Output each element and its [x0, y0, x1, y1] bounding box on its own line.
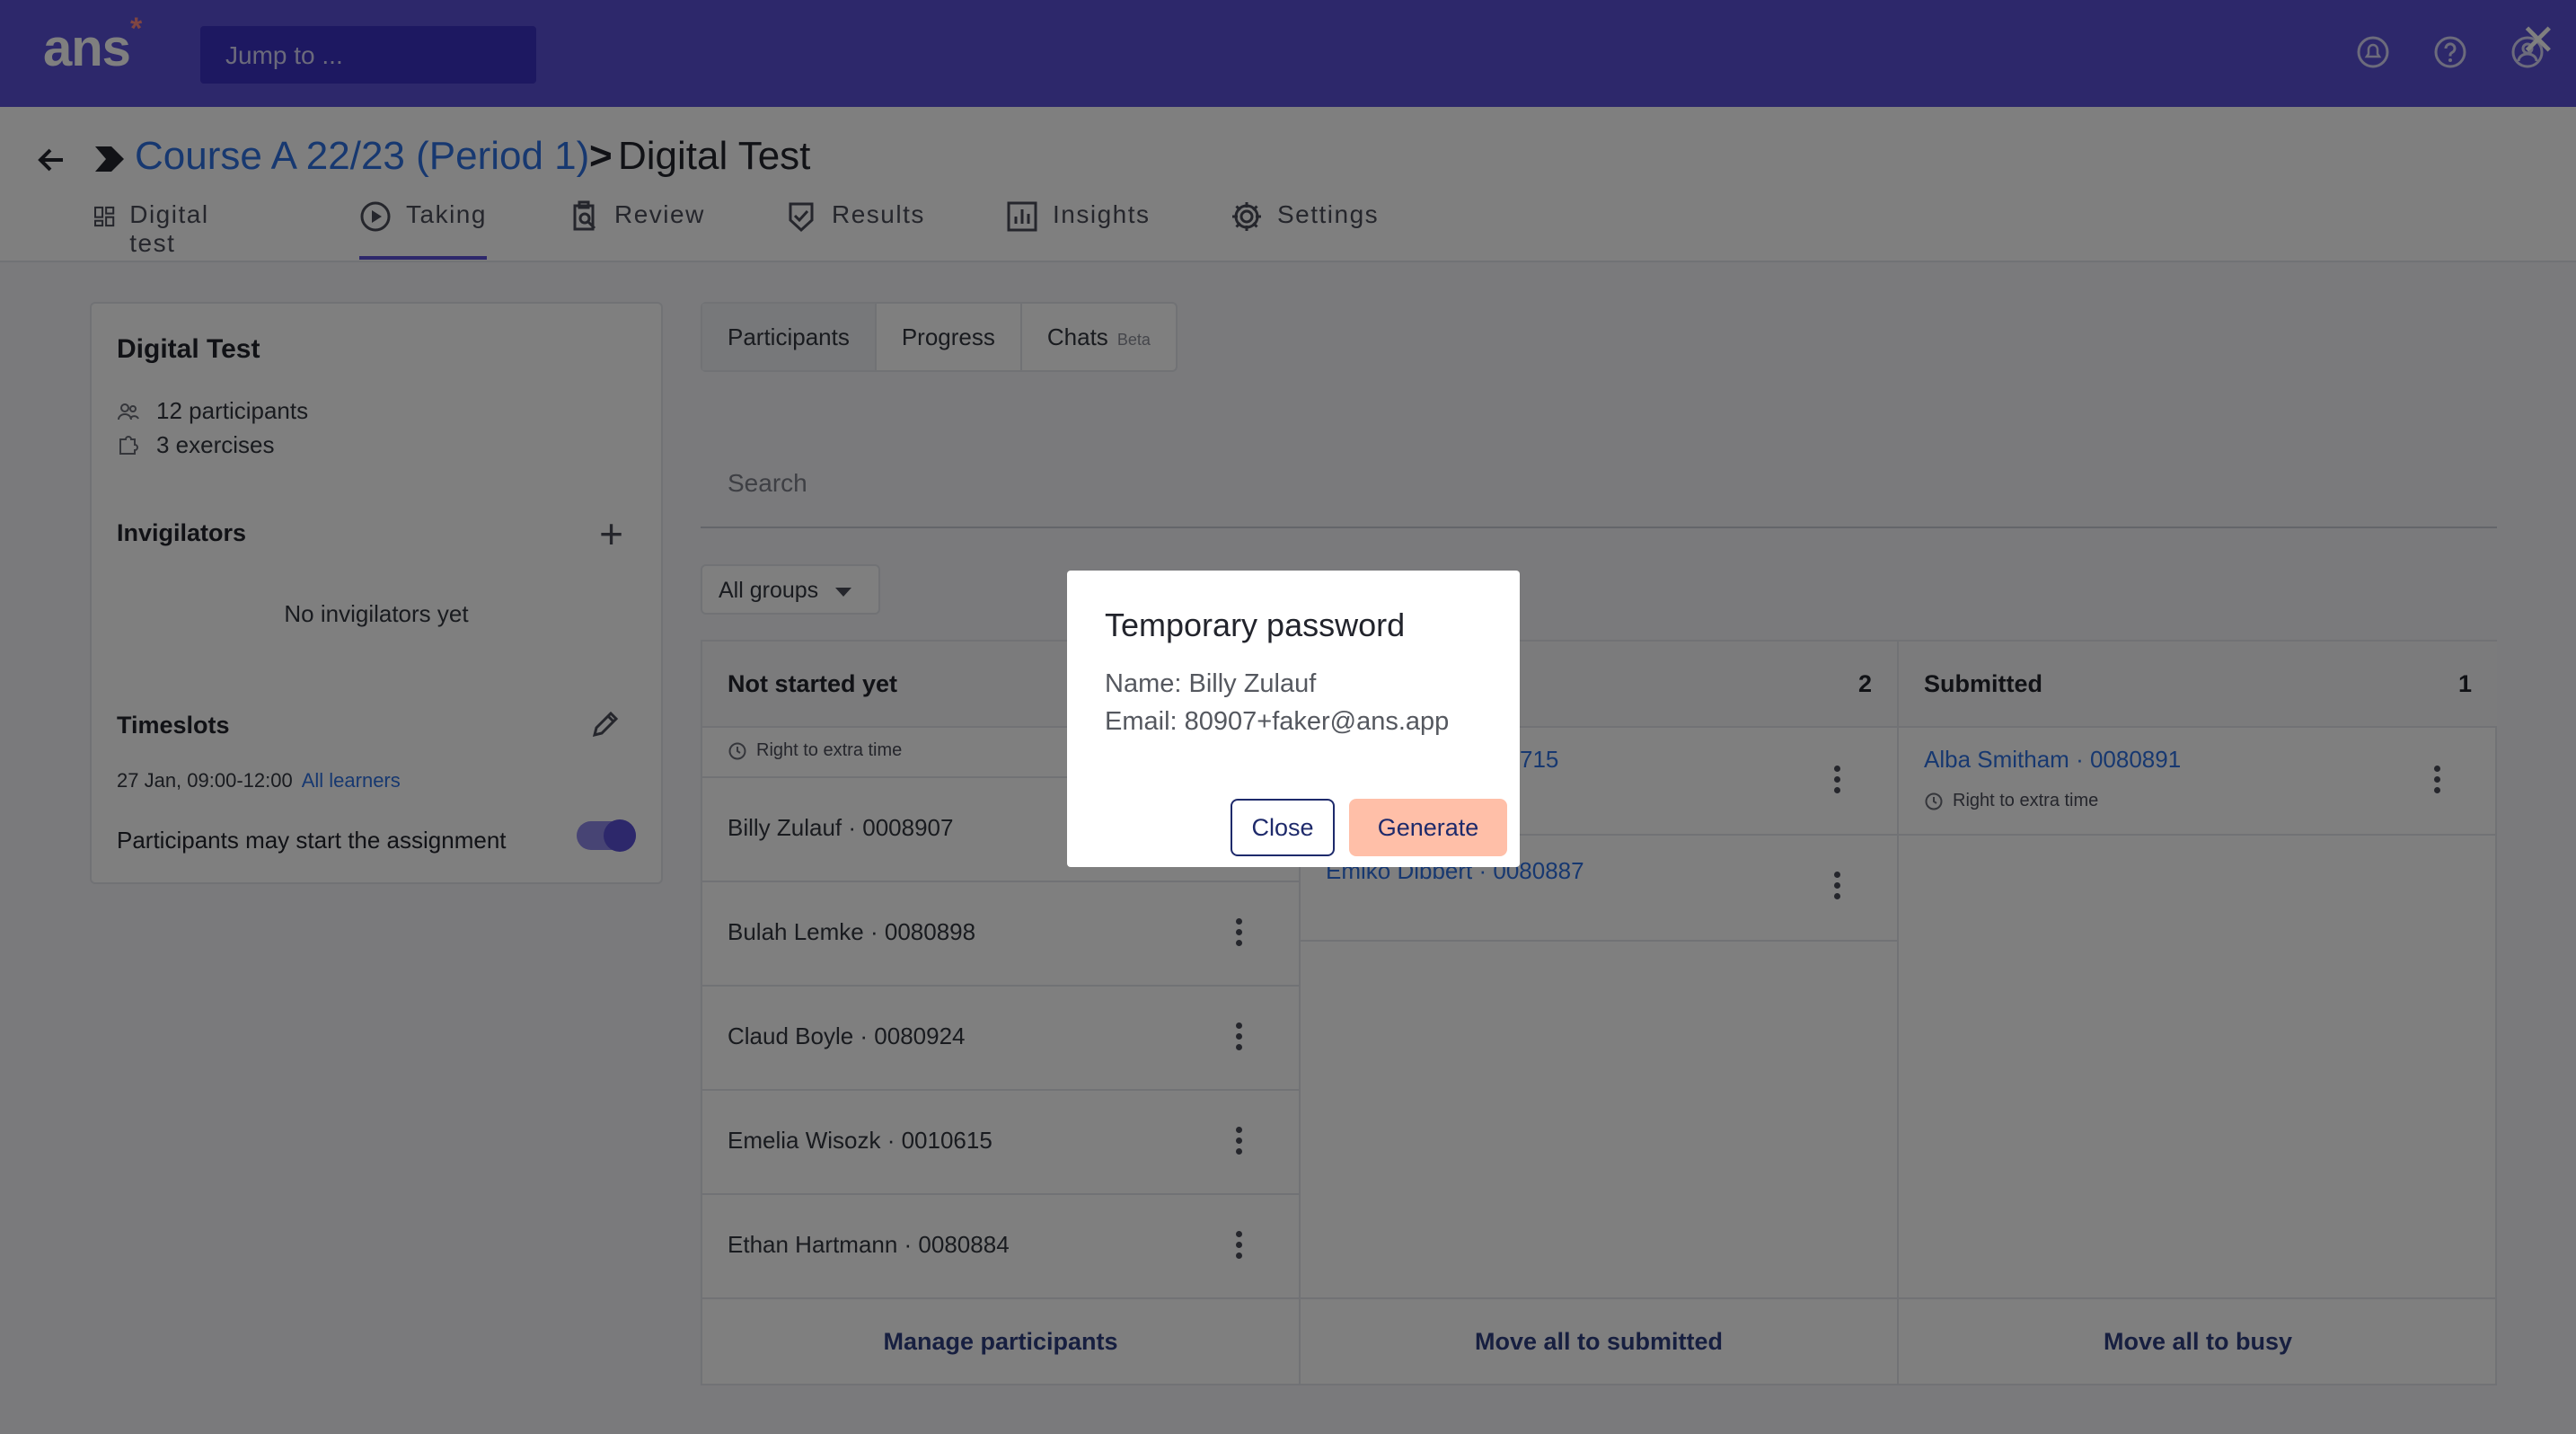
dialog-name-line: Name: Billy Zulauf: [1105, 669, 1317, 698]
dialog-title: Temporary password: [1105, 606, 1406, 643]
dialog-email-line: Email: 80907+faker@ans.app: [1105, 707, 1450, 736]
close-button[interactable]: Close: [1231, 799, 1335, 856]
temporary-password-dialog: Temporary password Name: Billy Zulauf Em…: [1067, 571, 1520, 867]
generate-button[interactable]: Generate: [1349, 799, 1507, 856]
